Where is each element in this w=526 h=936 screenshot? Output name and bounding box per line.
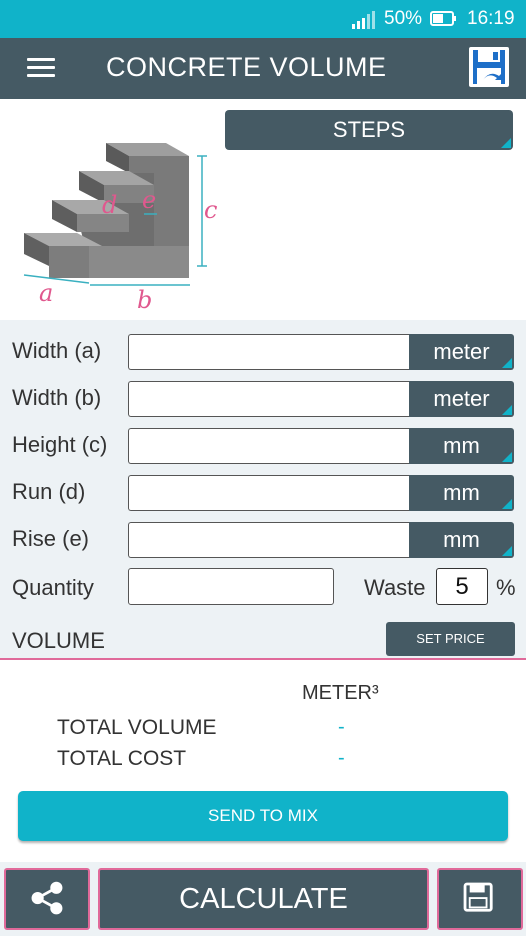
calculate-button[interactable]: CALCULATE [98,868,429,930]
app-toolbar: CONCRETE VOLUME [0,38,526,99]
run-d-input[interactable] [128,475,410,511]
row-height-c: Height (c) mm [0,426,526,466]
set-price-button[interactable]: SET PRICE [386,622,515,656]
diagram-label-a: a [39,279,53,307]
rise-e-unit-label: mm [443,527,480,552]
quantity-input[interactable] [128,568,334,605]
result-unit-header: METER³ [302,682,379,704]
height-c-unit-select[interactable]: mm [409,428,514,464]
diagram-label-e: e [142,186,156,214]
width-a-input[interactable] [128,334,410,370]
shape-selector-button[interactable]: STEPS [225,110,513,150]
status-bar: 50% 16:19 [0,0,526,38]
run-d-label: Run (d) [12,479,86,504]
height-c-input[interactable] [128,428,410,464]
diagram-label-c: c [204,196,217,224]
volume-title: VOLUME [12,628,105,653]
share-icon [31,881,63,915]
dropdown-corner-icon [501,138,511,148]
dropdown-corner-icon [502,405,512,415]
total-volume-value: - [338,716,345,738]
dropdown-corner-icon [502,358,512,368]
width-b-unit-select[interactable]: meter [409,381,514,417]
quantity-label: Quantity [12,575,94,600]
save-project-icon[interactable] [469,47,509,87]
clock: 16:19 [467,8,515,29]
width-b-label: Width (b) [12,385,102,410]
height-c-label: Height (c) [12,432,108,457]
rise-e-unit-select[interactable]: mm [409,522,514,558]
run-d-unit-select[interactable]: mm [409,475,514,511]
row-rise-e: Rise (e) mm [0,520,526,560]
width-a-label: Width (a) [12,338,102,363]
dropdown-corner-icon [502,499,512,509]
volume-section-header: VOLUME SET PRICE [0,620,526,660]
send-to-mix-button[interactable]: SEND TO MIX [18,791,508,841]
total-cost-value: - [338,747,345,769]
save-button[interactable] [437,868,523,930]
run-d-unit-label: mm [443,480,480,505]
row-run-d: Run (d) mm [0,473,526,513]
share-button[interactable] [4,868,90,930]
battery-percent: 50% [384,8,423,29]
stairs-diagram: a b c d e [23,143,217,314]
page-title: CONCRETE VOLUME [106,52,387,82]
width-a-unit-select[interactable]: meter [409,334,514,370]
total-cost-label: TOTAL COST [57,747,187,770]
waste-label: Waste [364,575,426,600]
waste-percent-sign: % [496,575,516,600]
shape-selector-label: STEPS [332,117,406,142]
save-icon [463,882,493,912]
row-width-a: Width (a) meter [0,332,526,372]
height-c-unit-label: mm [443,433,480,458]
signal-icon [352,11,375,29]
width-b-input[interactable] [128,381,410,417]
width-a-unit-label: meter [433,339,490,364]
total-volume-label: TOTAL VOLUME [57,716,217,739]
dropdown-corner-icon [502,546,512,556]
bottom-action-bar: CALCULATE [0,862,526,936]
diagram-label-d: d [102,191,117,219]
menu-icon[interactable] [27,58,55,78]
rise-e-label: Rise (e) [12,526,90,551]
width-b-unit-label: meter [433,386,490,411]
rise-e-input[interactable] [128,522,410,558]
row-width-b: Width (b) meter [0,379,526,419]
dropdown-corner-icon [502,452,512,462]
diagram-label-b: b [137,286,152,314]
battery-icon [430,11,456,26]
waste-input[interactable]: 5 [436,568,488,605]
